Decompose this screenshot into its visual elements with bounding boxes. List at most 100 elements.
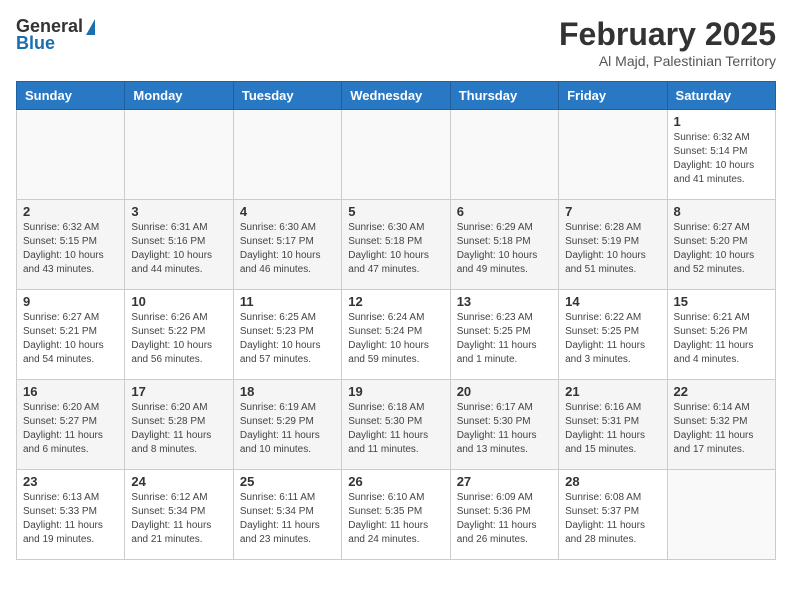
day-number: 28 — [565, 474, 660, 489]
day-number: 12 — [348, 294, 443, 309]
day-info: Sunrise: 6:32 AM Sunset: 5:15 PM Dayligh… — [23, 221, 118, 277]
day-number: 19 — [348, 384, 443, 399]
day-number: 1 — [674, 114, 769, 129]
table-row: 12 Sunrise: 6:24 AM Sunset: 5:24 PM Dayli… — [342, 290, 450, 380]
table-row — [559, 110, 667, 200]
day-info: Sunrise: 6:09 AM Sunset: 5:36 PM Dayligh… — [457, 491, 552, 547]
title-area: February 2025 Al Majd, Palestinian Terri… — [559, 16, 776, 69]
logo: General Blue — [16, 16, 95, 54]
table-row: 3 Sunrise: 6:31 AM Sunset: 5:16 PM Daylig… — [125, 200, 233, 290]
table-row: 23Sunrise: 6:13 AM Sunset: 5:33 PM Dayli… — [17, 470, 125, 560]
table-row: 27 Sunrise: 6:09 AM Sunset: 5:36 PM Dayli… — [450, 470, 558, 560]
day-info: Sunrise: 6:21 AM Sunset: 5:26 PM Dayligh… — [674, 311, 769, 367]
day-number: 25 — [240, 474, 335, 489]
day-info: Sunrise: 6:26 AM Sunset: 5:22 PM Dayligh… — [131, 311, 226, 367]
day-info: Sunrise: 6:20 AM Sunset: 5:27 PM Dayligh… — [23, 401, 118, 457]
day-number: 16 — [23, 384, 118, 399]
day-number: 22 — [674, 384, 769, 399]
day-number: 8 — [674, 204, 769, 219]
table-row — [342, 110, 450, 200]
calendar-week-row: 23Sunrise: 6:13 AM Sunset: 5:33 PM Dayli… — [17, 470, 776, 560]
day-info: Sunrise: 6:18 AM Sunset: 5:30 PM Dayligh… — [348, 401, 443, 457]
calendar-header-row: Sunday Monday Tuesday Wednesday Thursday… — [17, 82, 776, 110]
day-info: Sunrise: 6:19 AM Sunset: 5:29 PM Dayligh… — [240, 401, 335, 457]
table-row: 9 Sunrise: 6:27 AM Sunset: 5:21 PM Daylig… — [17, 290, 125, 380]
table-row: 10Sunrise: 6:26 AM Sunset: 5:22 PM Dayli… — [125, 290, 233, 380]
day-number: 6 — [457, 204, 552, 219]
table-row: 6 Sunrise: 6:29 AM Sunset: 5:18 PM Daylig… — [450, 200, 558, 290]
day-number: 3 — [131, 204, 226, 219]
table-row: 16 Sunrise: 6:20 AM Sunset: 5:27 PM Dayli… — [17, 380, 125, 470]
table-row: 8 Sunrise: 6:27 AM Sunset: 5:20 PM Daylig… — [667, 200, 775, 290]
table-row: 24 Sunrise: 6:12 AM Sunset: 5:34 PM Dayli… — [125, 470, 233, 560]
table-row: 13 Sunrise: 6:23 AM Sunset: 5:25 PM Dayli… — [450, 290, 558, 380]
table-row: 14 Sunrise: 6:22 AM Sunset: 5:25 PM Dayli… — [559, 290, 667, 380]
day-info: Sunrise: 6:11 AM Sunset: 5:34 PM Dayligh… — [240, 491, 335, 547]
day-info: Sunrise: 6:30 AM Sunset: 5:18 PM Dayligh… — [348, 221, 443, 277]
table-row: 19 Sunrise: 6:18 AM Sunset: 5:30 PM Dayli… — [342, 380, 450, 470]
table-row — [233, 110, 341, 200]
day-info: Sunrise: 6:29 AM Sunset: 5:18 PM Dayligh… — [457, 221, 552, 277]
calendar-week-row: 16 Sunrise: 6:20 AM Sunset: 5:27 PM Dayli… — [17, 380, 776, 470]
day-number: 21 — [565, 384, 660, 399]
table-row: 22 Sunrise: 6:14 AM Sunset: 5:32 PM Dayli… — [667, 380, 775, 470]
header-friday: Friday — [559, 82, 667, 110]
day-info: Sunrise: 6:22 AM Sunset: 5:25 PM Dayligh… — [565, 311, 660, 367]
day-number: 24 — [131, 474, 226, 489]
day-info: Sunrise: 6:13 AM Sunset: 5:33 PM Dayligh… — [23, 491, 118, 547]
calendar-week-row: 2 Sunrise: 6:32 AM Sunset: 5:15 PM Daylig… — [17, 200, 776, 290]
header-thursday: Thursday — [450, 82, 558, 110]
table-row: 7Sunrise: 6:28 AM Sunset: 5:19 PM Daylig… — [559, 200, 667, 290]
day-number: 9 — [23, 294, 118, 309]
day-info: Sunrise: 6:31 AM Sunset: 5:16 PM Dayligh… — [131, 221, 226, 277]
day-info: Sunrise: 6:12 AM Sunset: 5:34 PM Dayligh… — [131, 491, 226, 547]
day-info: Sunrise: 6:14 AM Sunset: 5:32 PM Dayligh… — [674, 401, 769, 457]
table-row: 21 Sunrise: 6:16 AM Sunset: 5:31 PM Dayli… — [559, 380, 667, 470]
day-info: Sunrise: 6:17 AM Sunset: 5:30 PM Dayligh… — [457, 401, 552, 457]
header-monday: Monday — [125, 82, 233, 110]
day-number: 2 — [23, 204, 118, 219]
table-row: 20Sunrise: 6:17 AM Sunset: 5:30 PM Dayli… — [450, 380, 558, 470]
table-row — [125, 110, 233, 200]
day-number: 15 — [674, 294, 769, 309]
table-row: 5Sunrise: 6:30 AM Sunset: 5:18 PM Daylig… — [342, 200, 450, 290]
day-info: Sunrise: 6:23 AM Sunset: 5:25 PM Dayligh… — [457, 311, 552, 367]
logo-blue: Blue — [16, 33, 55, 54]
day-info: Sunrise: 6:30 AM Sunset: 5:17 PM Dayligh… — [240, 221, 335, 277]
table-row: 18 Sunrise: 6:19 AM Sunset: 5:29 PM Dayli… — [233, 380, 341, 470]
month-title: February 2025 — [559, 16, 776, 53]
day-number: 14 — [565, 294, 660, 309]
header-tuesday: Tuesday — [233, 82, 341, 110]
day-info: Sunrise: 6:24 AM Sunset: 5:24 PM Dayligh… — [348, 311, 443, 367]
calendar-week-row: 9 Sunrise: 6:27 AM Sunset: 5:21 PM Daylig… — [17, 290, 776, 380]
day-info: Sunrise: 6:08 AM Sunset: 5:37 PM Dayligh… — [565, 491, 660, 547]
logo-icon — [86, 19, 95, 35]
day-info: Sunrise: 6:20 AM Sunset: 5:28 PM Dayligh… — [131, 401, 226, 457]
calendar-week-row: 1 Sunrise: 6:32 AM Sunset: 5:14 PM Daylig… — [17, 110, 776, 200]
day-number: 11 — [240, 294, 335, 309]
table-row — [17, 110, 125, 200]
table-row: 26Sunrise: 6:10 AM Sunset: 5:35 PM Dayli… — [342, 470, 450, 560]
table-row: 25 Sunrise: 6:11 AM Sunset: 5:34 PM Dayli… — [233, 470, 341, 560]
table-row: 1 Sunrise: 6:32 AM Sunset: 5:14 PM Daylig… — [667, 110, 775, 200]
day-info: Sunrise: 6:16 AM Sunset: 5:31 PM Dayligh… — [565, 401, 660, 457]
day-info: Sunrise: 6:27 AM Sunset: 5:20 PM Dayligh… — [674, 221, 769, 277]
table-row: 17Sunrise: 6:20 AM Sunset: 5:28 PM Dayli… — [125, 380, 233, 470]
day-info: Sunrise: 6:32 AM Sunset: 5:14 PM Dayligh… — [674, 131, 769, 187]
page-header: General Blue February 2025 Al Majd, Pale… — [16, 16, 776, 69]
day-number: 18 — [240, 384, 335, 399]
calendar-table: Sunday Monday Tuesday Wednesday Thursday… — [16, 81, 776, 560]
table-row: 15 Sunrise: 6:21 AM Sunset: 5:26 PM Dayli… — [667, 290, 775, 380]
day-info: Sunrise: 6:27 AM Sunset: 5:21 PM Dayligh… — [23, 311, 118, 367]
day-number: 27 — [457, 474, 552, 489]
day-number: 13 — [457, 294, 552, 309]
header-wednesday: Wednesday — [342, 82, 450, 110]
table-row — [450, 110, 558, 200]
day-info: Sunrise: 6:10 AM Sunset: 5:35 PM Dayligh… — [348, 491, 443, 547]
day-info: Sunrise: 6:25 AM Sunset: 5:23 PM Dayligh… — [240, 311, 335, 367]
table-row — [667, 470, 775, 560]
day-number: 4 — [240, 204, 335, 219]
header-saturday: Saturday — [667, 82, 775, 110]
table-row: 11 Sunrise: 6:25 AM Sunset: 5:23 PM Dayli… — [233, 290, 341, 380]
location-subtitle: Al Majd, Palestinian Territory — [559, 53, 776, 69]
